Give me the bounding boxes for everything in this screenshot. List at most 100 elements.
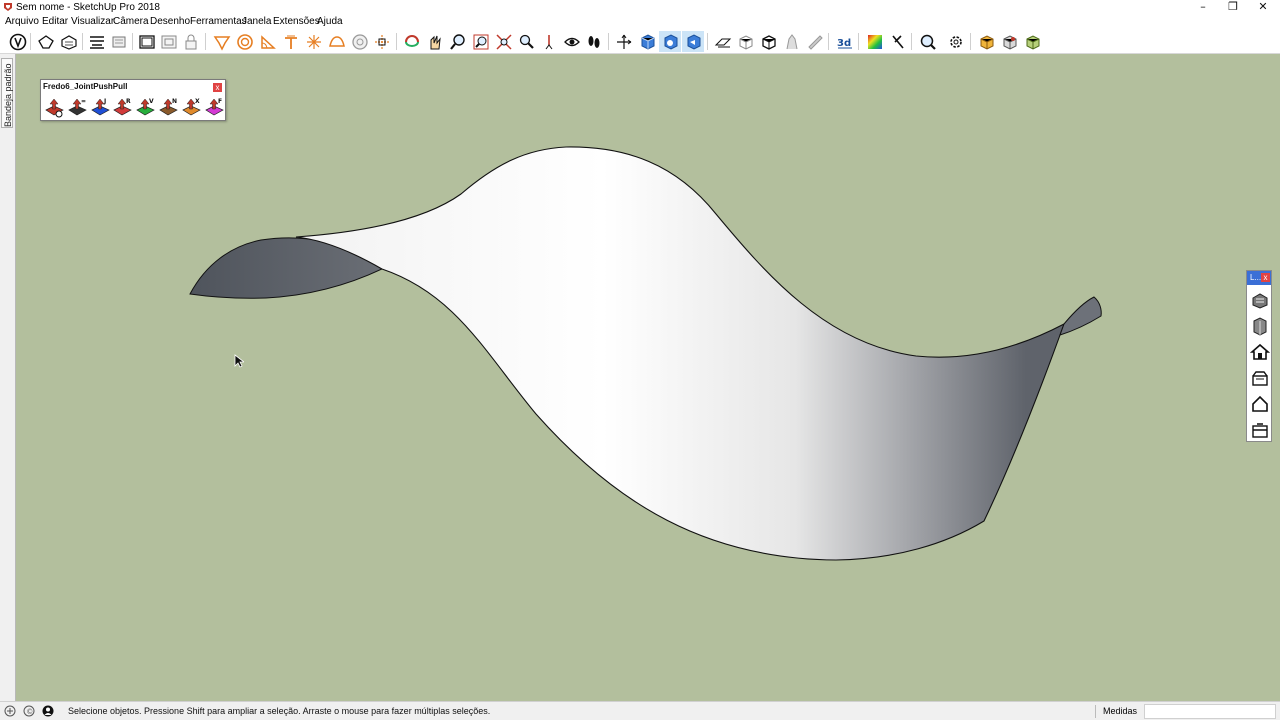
iso-view-icon[interactable] [613, 31, 635, 52]
components-icon[interactable] [58, 31, 80, 52]
pan-icon[interactable] [424, 31, 446, 52]
toolbar-separator [911, 33, 912, 50]
xray-icon[interactable] [735, 31, 757, 52]
joint-push-pull-vector-green-letter: V [149, 98, 154, 105]
zoom-icon[interactable] [447, 31, 469, 52]
surface-main-face [295, 146, 1065, 561]
toolbar-separator [707, 33, 708, 50]
layout-tools-panel[interactable]: L... x [1246, 270, 1272, 442]
menu-desenho[interactable]: Desenho [150, 16, 190, 28]
surface-backface-right [1059, 296, 1102, 336]
layout-section-icon[interactable] [1250, 316, 1270, 336]
default-tray-tab[interactable]: Bandeja padrão [1, 58, 13, 128]
monochrome-icon[interactable] [804, 31, 826, 52]
position-camera-icon[interactable] [538, 31, 560, 52]
menu-janela[interactable]: Janela [242, 16, 271, 28]
hidden-line-icon[interactable] [758, 31, 780, 52]
right-view-icon[interactable] [682, 31, 704, 52]
3d-text-icon[interactable]: 3d [834, 31, 856, 52]
joint-push-pull-settings-icon[interactable] [44, 97, 65, 119]
status-bar: © Selecione objetos. Pressione Shift par… [0, 701, 1280, 720]
add-detail-icon[interactable] [326, 31, 348, 52]
toolbar-separator [396, 33, 397, 50]
svg-text:©: © [26, 708, 33, 716]
joint-push-pull-round-icon[interactable]: R [112, 97, 133, 119]
drape-icon[interactable] [303, 31, 325, 52]
sandbox-from-scratch-icon[interactable] [234, 31, 256, 52]
fredo-close-button[interactable]: x [213, 83, 222, 92]
walk-icon[interactable] [583, 31, 605, 52]
styles-icon[interactable] [887, 31, 909, 52]
model-viewport[interactable] [16, 54, 1280, 701]
joint-push-pull-follow-icon[interactable]: F [204, 97, 225, 119]
component-window-icon[interactable] [158, 31, 180, 52]
joint-push-pull-round-letter: R [126, 98, 131, 105]
search-icon[interactable] [917, 31, 939, 52]
menu-arquivo[interactable]: Arquivo [5, 16, 39, 28]
zoom-window-icon[interactable] [470, 31, 492, 52]
joint-push-pull-joint-icon[interactable]: = [67, 97, 88, 119]
orbit-icon[interactable] [401, 31, 423, 52]
geolocation-icon[interactable] [4, 705, 16, 717]
restore-button[interactable]: ❐ [1218, 0, 1248, 15]
fredo-jointpushpull-toolbar[interactable]: Fredo6_JointPushPull x = J R V N X F [40, 79, 226, 121]
menu-camera[interactable]: Câmera [113, 16, 149, 28]
menu-ferramentas[interactable]: Ferramentas [190, 16, 247, 28]
menu-visualizar[interactable]: Visualizar [71, 16, 114, 28]
shaded-style-icon[interactable] [781, 31, 803, 52]
smoove-icon[interactable] [257, 31, 279, 52]
minimize-button[interactable]: – [1188, 0, 1218, 15]
lock-icon[interactable] [180, 31, 202, 52]
zoom-extents-icon[interactable] [493, 31, 515, 52]
toolbar-separator [205, 33, 206, 50]
default-tray-collapsed[interactable]: Bandeja padrão [0, 54, 16, 701]
menu-extensoes[interactable]: Extensões [273, 16, 320, 28]
stamp-icon[interactable] [280, 31, 302, 52]
settings-gear-icon[interactable] [945, 31, 967, 52]
joint-push-pull-normal-letter: N [172, 98, 177, 105]
layout-camera-icon[interactable] [1250, 290, 1270, 310]
extension-warehouse-icon[interactable] [999, 31, 1021, 52]
flip-edge-icon[interactable] [349, 31, 371, 52]
select-tool-icon[interactable] [7, 31, 29, 52]
top-view-icon[interactable] [636, 31, 658, 52]
3d-warehouse-icon[interactable] [976, 31, 998, 52]
joint-push-pull-vector-green-icon[interactable]: V [135, 97, 156, 119]
sandbox-move-icon[interactable] [371, 31, 393, 52]
joint-push-pull-normal-icon[interactable]: N [158, 97, 179, 119]
menu-ajuda[interactable]: Ajuda [317, 16, 343, 28]
previous-view-icon[interactable] [515, 31, 537, 52]
window-tool-icon[interactable] [136, 31, 158, 52]
layout-panel-close-button[interactable]: x [1261, 273, 1270, 282]
front-view-icon[interactable] [659, 31, 681, 52]
outliner-icon[interactable] [108, 31, 130, 52]
joint-push-pull-vector-icon[interactable]: J [90, 97, 111, 119]
close-button[interactable]: ✕ [1248, 0, 1278, 15]
surface-model[interactable] [16, 54, 1280, 701]
open-box-icon[interactable] [1250, 368, 1270, 388]
fredo-toolbar-title: Fredo6_JointPushPull [43, 82, 128, 91]
paint-bucket-icon[interactable] [35, 31, 57, 52]
main-toolbar: 3d [0, 29, 1280, 54]
user-account-icon[interactable] [42, 705, 54, 717]
measurements-input[interactable] [1144, 704, 1276, 719]
layout-send-icon[interactable] [1022, 31, 1044, 52]
status-divider [1095, 705, 1096, 718]
joint-push-pull-extrude-icon[interactable]: X [181, 97, 202, 119]
sandbox-from-contours-icon[interactable] [211, 31, 233, 52]
menu-editar[interactable]: Editar [42, 16, 68, 28]
drawer-icon[interactable] [1250, 420, 1270, 440]
title-bar: Sem nome - SketchUp Pro 2018 – ❐ ✕ [0, 0, 1280, 15]
credits-icon[interactable]: © [23, 705, 35, 717]
layout-panel-header[interactable]: L... x [1247, 271, 1271, 285]
layers-icon[interactable] [86, 31, 108, 52]
section-plane-icon[interactable] [712, 31, 734, 52]
default-tray-label: Bandeja padrão [3, 63, 13, 127]
house-icon[interactable] [1250, 342, 1270, 362]
measurements-label: Medidas [1103, 706, 1138, 716]
materials-icon[interactable] [864, 31, 886, 52]
home-outline-icon[interactable] [1250, 394, 1270, 414]
look-around-icon[interactable] [561, 31, 583, 52]
sketchup-app-icon [4, 3, 12, 11]
toolbar-separator [82, 33, 83, 50]
